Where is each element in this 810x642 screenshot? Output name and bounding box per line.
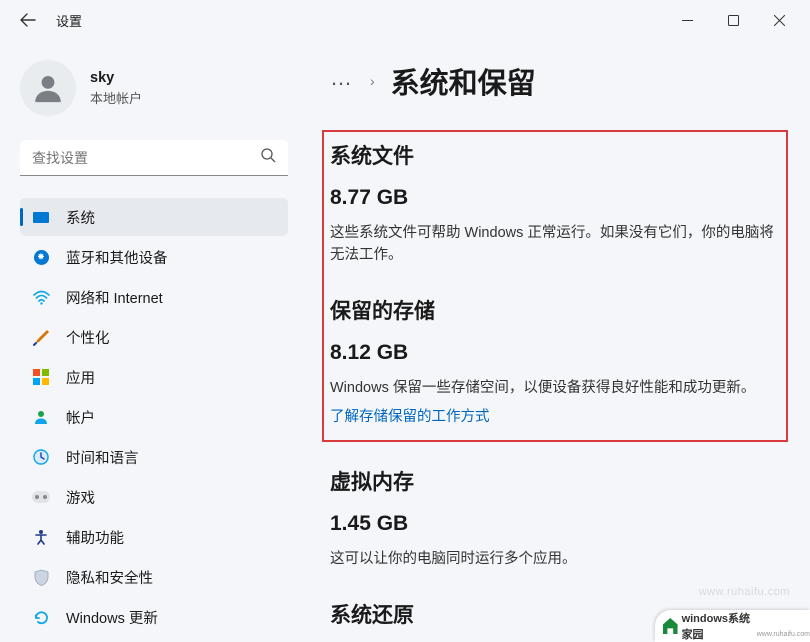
- page-title: 系统和保留: [391, 60, 536, 102]
- sidebar-item-network[interactable]: 网络和 Internet: [20, 278, 288, 316]
- chevron-right-icon: ›: [370, 73, 375, 89]
- section-value: 8.77 GB: [330, 186, 780, 210]
- maximize-button[interactable]: [710, 5, 756, 35]
- section-desc: Windows 保留一些存储空间，以便设备获得良好性能和成功更新。: [330, 377, 780, 399]
- update-icon: [32, 608, 50, 626]
- avatar: [20, 60, 76, 116]
- sidebar-item-apps[interactable]: 应用: [20, 358, 288, 396]
- sidebar-item-accessibility[interactable]: 辅助功能: [20, 518, 288, 556]
- person-icon: [31, 71, 65, 105]
- maximize-icon: [728, 15, 739, 26]
- sidebar-item-time-language[interactable]: 时间和语言: [20, 438, 288, 476]
- sidebar-item-label: 网络和 Internet: [66, 287, 163, 308]
- sidebar-item-label: 系统: [66, 207, 95, 228]
- clock-globe-icon: [32, 448, 50, 466]
- watermark-text: windows系统家园: [682, 610, 755, 642]
- sidebar-item-label: 辅助功能: [66, 527, 124, 548]
- faint-watermark: www.ruhaifu.com: [699, 586, 790, 598]
- wifi-icon: [32, 288, 50, 306]
- sidebar-item-label: 应用: [66, 367, 95, 388]
- apps-icon: [32, 368, 50, 386]
- sidebar-item-label: 个性化: [66, 327, 110, 348]
- sidebar-item-system[interactable]: 系统: [20, 198, 288, 236]
- sidebar-item-windows-update[interactable]: Windows 更新: [20, 598, 288, 636]
- minimize-icon: [682, 15, 693, 26]
- sidebar-item-gaming[interactable]: 游戏: [20, 478, 288, 516]
- section-system-files: 系统文件 8.77 GB 这些系统文件可帮助 Windows 正常运行。如果没有…: [330, 140, 780, 267]
- window-controls: [664, 5, 802, 35]
- sidebar-item-accounts[interactable]: 帐户: [20, 398, 288, 436]
- section-title: 系统文件: [330, 140, 780, 170]
- gamepad-icon: [32, 488, 50, 506]
- close-button[interactable]: [756, 5, 802, 35]
- search-box: [20, 140, 288, 176]
- paintbrush-icon: [32, 328, 50, 346]
- section-virtual-memory: 虚拟内存 1.45 GB 这可以让你的电脑同时运行多个应用。: [330, 466, 780, 570]
- sidebar-item-label: 时间和语言: [66, 447, 139, 468]
- sidebar-item-personalization[interactable]: 个性化: [20, 318, 288, 356]
- accessibility-icon: [32, 528, 50, 546]
- back-button[interactable]: [8, 0, 48, 40]
- profile-subtitle: 本地帐户: [90, 88, 142, 107]
- nav-list: 系统 ⁕ 蓝牙和其他设备 网络和 Internet 个性化 应用 帐户: [20, 198, 288, 636]
- highlight-box: 系统文件 8.77 GB 这些系统文件可帮助 Windows 正常运行。如果没有…: [322, 130, 788, 442]
- section-value: 8.12 GB: [330, 341, 780, 365]
- titlebar: 设置: [0, 0, 810, 40]
- learn-more-link[interactable]: 了解存储保留的工作方式: [330, 405, 780, 426]
- watermark-sub: www.ruhaifu.com: [757, 631, 810, 638]
- minimize-button[interactable]: [664, 5, 710, 35]
- breadcrumb-more[interactable]: …: [330, 65, 354, 91]
- sidebar-item-privacy[interactable]: 隐私和安全性: [20, 558, 288, 596]
- sidebar-item-label: 帐户: [66, 407, 95, 428]
- shield-icon: [32, 568, 50, 586]
- profile-block[interactable]: sky 本地帐户: [20, 60, 288, 116]
- sidebar-item-label: 游戏: [66, 487, 95, 508]
- search-icon[interactable]: [261, 148, 276, 168]
- section-desc: 这可以让你的电脑同时运行多个应用。: [330, 548, 780, 570]
- sidebar: sky 本地帐户 系统 ⁕ 蓝牙和其他设备 网络和 Internet: [0, 40, 300, 642]
- bluetooth-icon: ⁕: [32, 248, 50, 266]
- system-icon: [32, 208, 50, 226]
- search-input[interactable]: [20, 140, 288, 176]
- sidebar-item-label: 隐私和安全性: [66, 567, 153, 588]
- section-title: 虚拟内存: [330, 466, 780, 496]
- section-title: 保留的存储: [330, 295, 780, 325]
- watermark: windows系统家园 www.ruhaifu.com: [655, 610, 810, 642]
- window-title: 设置: [56, 11, 82, 30]
- house-icon: [663, 618, 678, 634]
- arrow-left-icon: [20, 12, 36, 28]
- breadcrumb: … › 系统和保留: [330, 60, 780, 102]
- sidebar-item-bluetooth[interactable]: ⁕ 蓝牙和其他设备: [20, 238, 288, 276]
- close-icon: [774, 15, 785, 26]
- profile-name: sky: [90, 70, 142, 86]
- sidebar-item-label: Windows 更新: [66, 607, 158, 628]
- section-desc: 这些系统文件可帮助 Windows 正常运行。如果没有它们，你的电脑将无法工作。: [330, 222, 780, 267]
- account-icon: [32, 408, 50, 426]
- section-reserved-storage: 保留的存储 8.12 GB Windows 保留一些存储空间，以便设备获得良好性…: [330, 295, 780, 426]
- main-content[interactable]: … › 系统和保留 系统文件 8.77 GB 这些系统文件可帮助 Windows…: [300, 40, 810, 642]
- sidebar-item-label: 蓝牙和其他设备: [66, 247, 168, 268]
- section-value: 1.45 GB: [330, 512, 780, 536]
